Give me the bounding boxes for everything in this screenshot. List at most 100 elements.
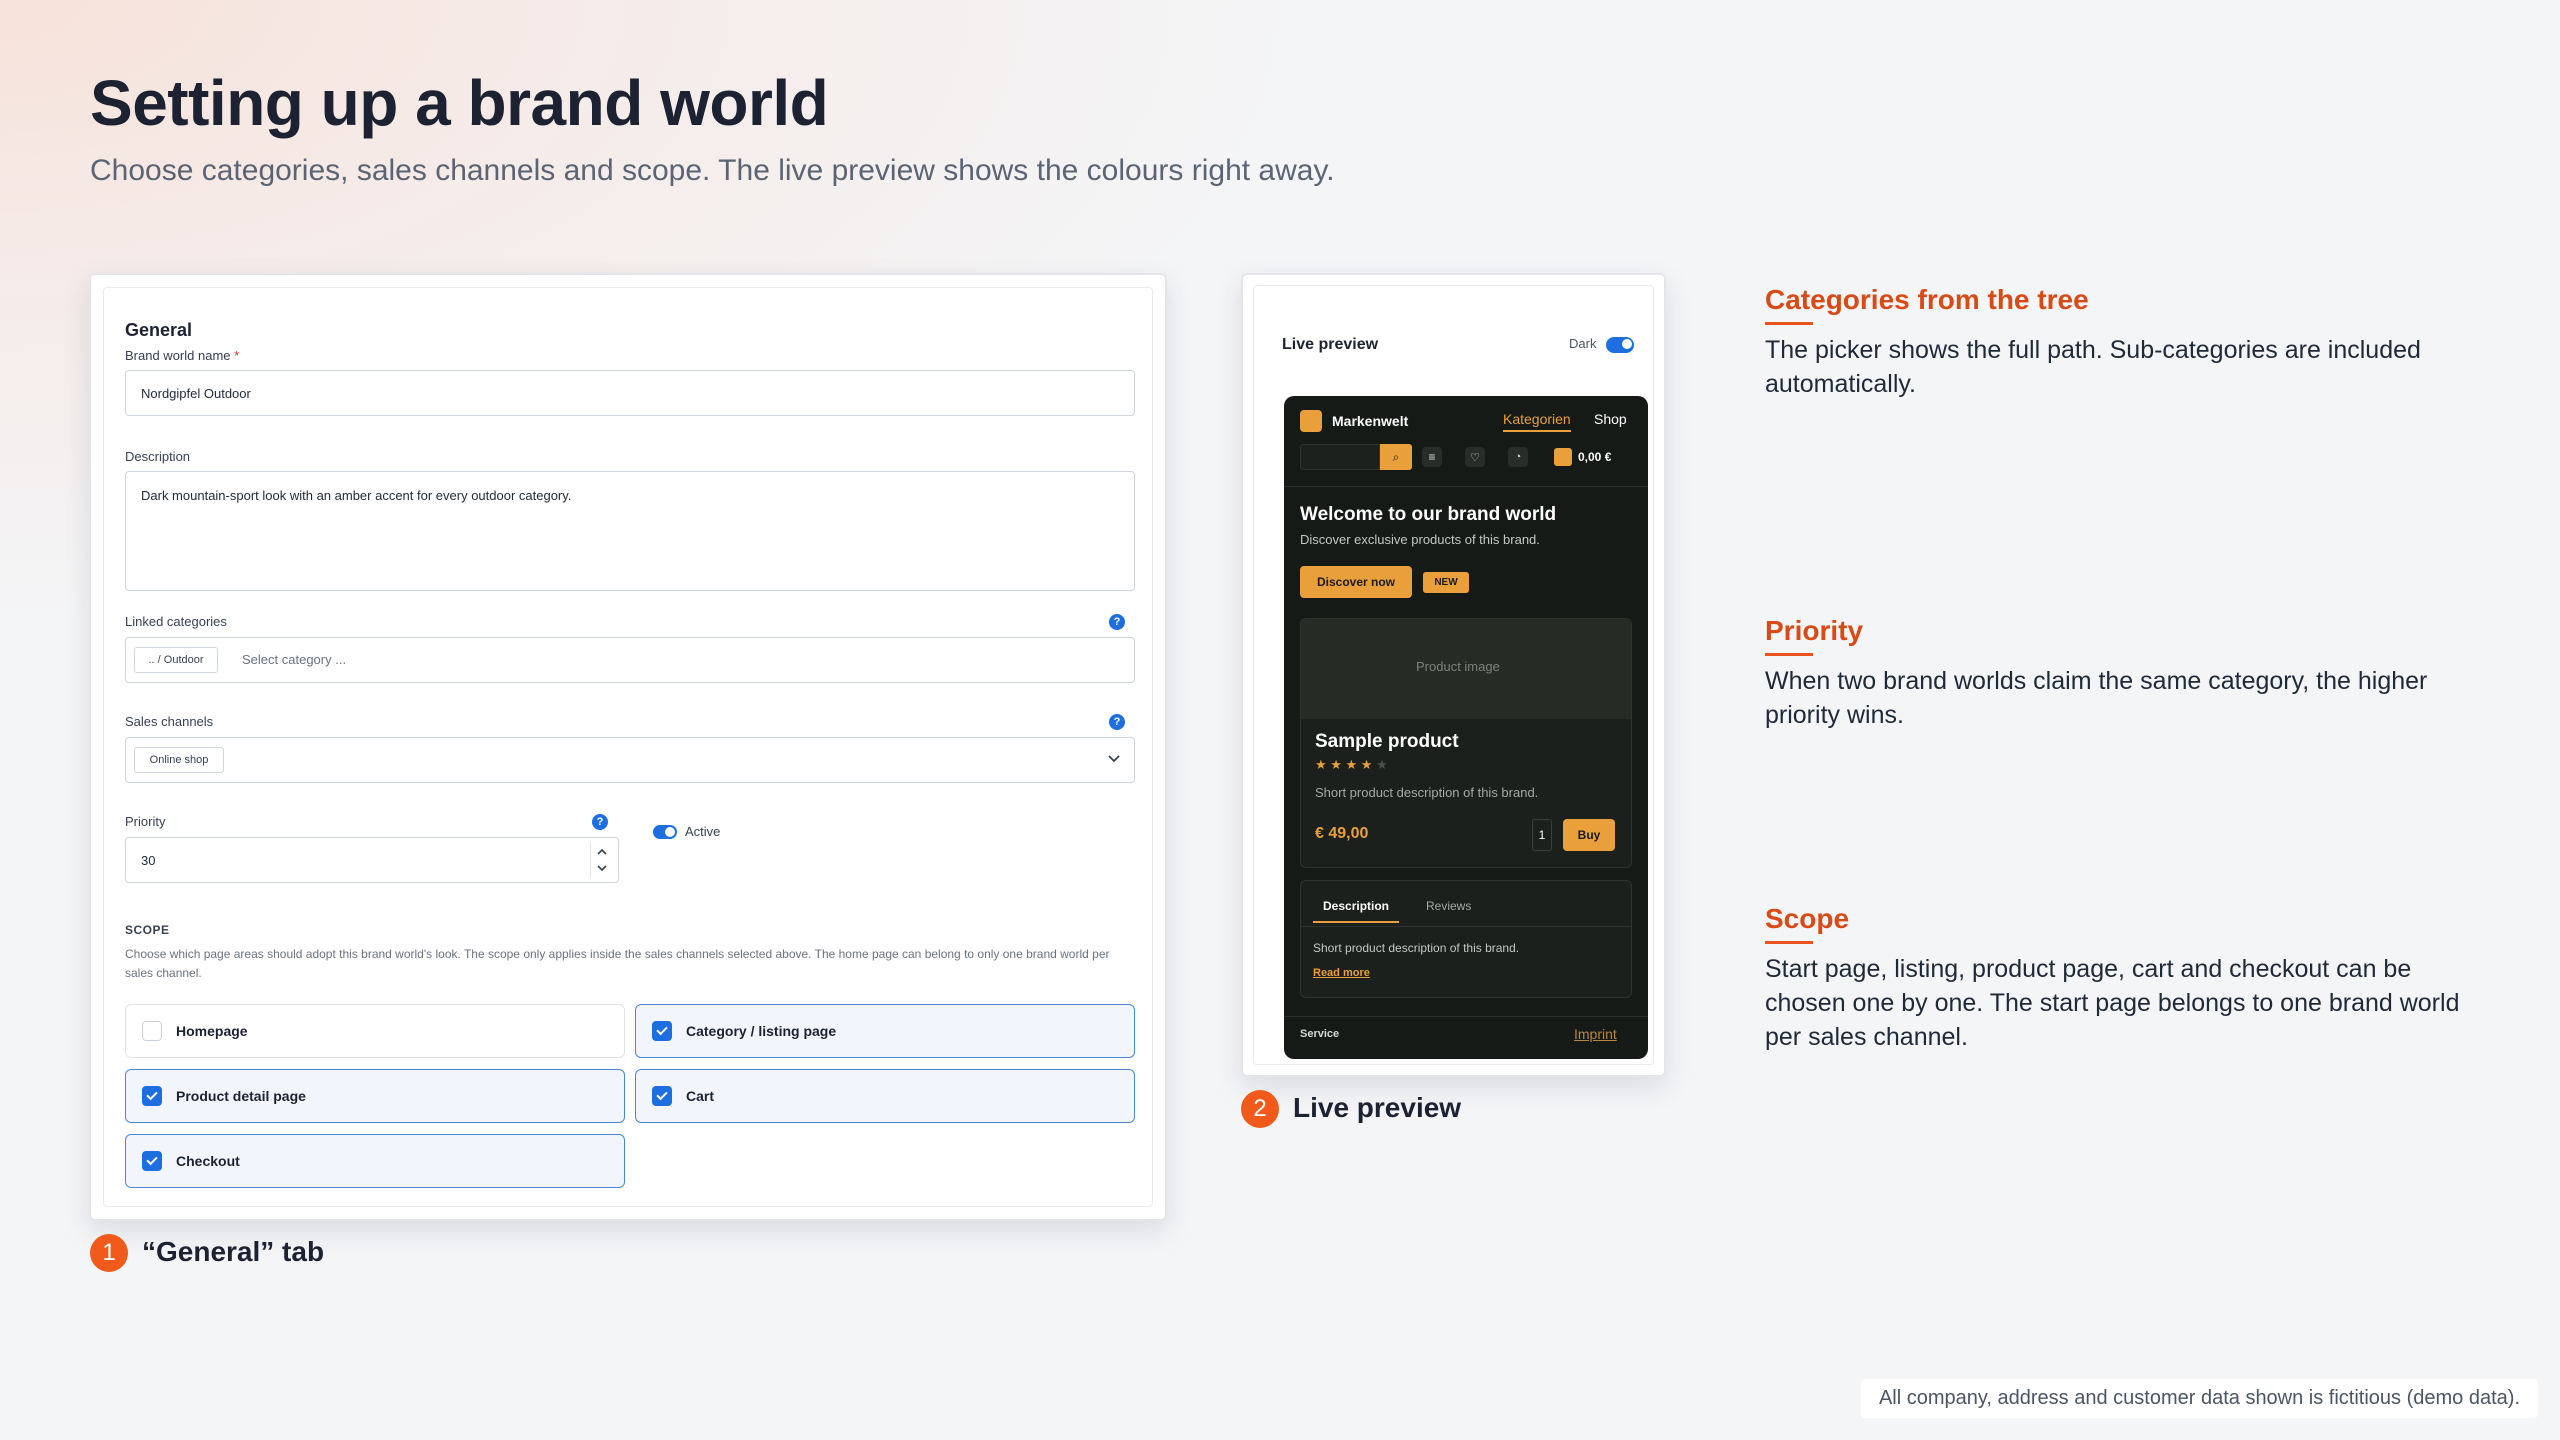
live-preview-caption: Live preview — [1293, 1092, 1462, 1123]
brand-name-input[interactable]: Nordgipfel Outdoor — [125, 370, 1135, 416]
categories-label: Linked categories — [125, 614, 227, 629]
explanation-scope: Scope Start page, listing, product page,… — [1765, 903, 2465, 1054]
scope-checkout[interactable]: Checkout — [125, 1134, 625, 1188]
filled-stars: ★ ★ ★ ★ — [1315, 757, 1373, 772]
scope-label: Checkout — [176, 1153, 240, 1169]
stepper-up-icon[interactable] — [597, 848, 607, 855]
listing-checkbox[interactable] — [652, 1021, 672, 1041]
chevron-down-icon[interactable] — [1108, 755, 1120, 763]
accent-bar — [1765, 941, 1813, 944]
footer-divider — [1284, 1016, 1648, 1017]
shop-preview: Markenwelt Kategorien Shop ⌕ ≡ ♡ ◔ 0,00 … — [1284, 396, 1648, 1059]
product-price: € 49,00 — [1315, 825, 1369, 842]
empty-star: ★ — [1376, 757, 1388, 772]
cart-checkbox[interactable] — [652, 1086, 672, 1106]
scope-label: Product detail page — [176, 1088, 306, 1104]
explanation-title: Scope — [1765, 903, 1850, 934]
new-badge: NEW — [1423, 572, 1469, 593]
header-divider — [1284, 486, 1648, 487]
general-tab-caption: “General” tab — [142, 1236, 325, 1267]
nav-categories[interactable]: Kategorien — [1503, 411, 1571, 432]
required-mark: * — [234, 348, 240, 363]
priority-help-icon[interactable]: ? — [592, 814, 608, 830]
hero-title: Welcome to our brand world — [1300, 504, 1557, 525]
page-subtitle: Choose categories, sales channels and sc… — [90, 154, 1335, 187]
live-preview-panel: Live preview Dark Markenwelt Kategorien … — [1253, 285, 1654, 1065]
category-placeholder: Select category ... — [242, 652, 347, 667]
dark-label: Dark — [1569, 336, 1597, 351]
general-tab-screenshot: General Brand world name * Nordgipfel Ou… — [89, 273, 1167, 1221]
cart-total: 0,00 € — [1578, 450, 1612, 464]
qty-input[interactable]: 1 — [1532, 819, 1552, 851]
scope-cart[interactable]: Cart — [635, 1069, 1135, 1123]
account-icon[interactable]: ◔ — [1508, 447, 1528, 467]
product-description: Short product description of this brand. — [1315, 785, 1539, 800]
section-title: General — [125, 320, 193, 340]
shop-search-input[interactable] — [1300, 444, 1380, 470]
explanation-text: The picker shows the full path. Sub-cate… — [1765, 336, 2421, 398]
live-preview-screenshot: Live preview Dark Markenwelt Kategorien … — [1241, 273, 1666, 1077]
menu-icon[interactable]: ≡ — [1422, 447, 1442, 467]
search-icon[interactable]: ⌕ — [1380, 444, 1412, 470]
tab-reviews[interactable]: Reviews — [1426, 899, 1471, 913]
product-name: Sample product — [1315, 731, 1459, 752]
active-label: Active — [685, 824, 721, 839]
read-more-link[interactable]: Read more — [1313, 967, 1370, 979]
step-2-badge: 2 — [1241, 1090, 1279, 1128]
channels-label: Sales channels — [125, 714, 214, 729]
priority-input[interactable]: 30 — [125, 837, 619, 883]
general-form: General Brand world name * Nordgipfel Ou… — [103, 287, 1153, 1207]
scope-label: Category / listing page — [686, 1023, 837, 1039]
explanation-title: Priority — [1765, 615, 1864, 646]
scope-label: Cart — [686, 1088, 715, 1104]
explanation-categories: Categories from the tree The picker show… — [1765, 284, 2465, 401]
scope-listing-page[interactable]: Category / listing page — [635, 1004, 1135, 1058]
accent-bar — [1765, 653, 1813, 656]
priority-label: Priority — [125, 814, 166, 829]
product-page-checkbox[interactable] — [142, 1086, 162, 1106]
description-value: Dark mountain-sport look with an amber a… — [141, 488, 572, 503]
description-label: Description — [125, 449, 191, 464]
explanation-text: When two brand worlds claim the same cat… — [1765, 667, 2428, 729]
cart-icon[interactable] — [1554, 448, 1572, 466]
product-tabs: Description Reviews Short product descri… — [1300, 880, 1632, 998]
accent-bar — [1765, 322, 1813, 325]
wishlist-icon[interactable]: ♡ — [1465, 447, 1485, 467]
discover-button[interactable]: Discover now — [1300, 566, 1412, 598]
dark-toggle[interactable] — [1606, 337, 1634, 353]
product-image-placeholder: Product image — [1416, 659, 1500, 674]
channel-chip[interactable]: Online shop — [134, 747, 224, 773]
shop-logo-icon — [1300, 410, 1322, 432]
nav-shop[interactable]: Shop — [1594, 411, 1627, 427]
priority-value: 30 — [141, 852, 156, 868]
homepage-checkbox[interactable] — [142, 1021, 162, 1041]
category-picker[interactable]: .. / Outdoor Select category ... — [125, 637, 1135, 683]
category-chip[interactable]: .. / Outdoor — [134, 647, 218, 673]
brand-name-value: Nordgipfel Outdoor — [141, 385, 251, 401]
page-title: Setting up a brand world — [90, 67, 829, 139]
buy-button[interactable]: Buy — [1563, 819, 1615, 851]
tab-text: Short product description of this brand. — [1313, 941, 1520, 955]
tab-description[interactable]: Description — [1313, 899, 1400, 923]
tab-divider — [1301, 926, 1631, 927]
scope-homepage[interactable]: Homepage — [125, 1004, 625, 1058]
scope-product-page[interactable]: Product detail page — [125, 1069, 625, 1123]
product-card[interactable]: Product image Sample product ★ ★ ★ ★ ★ S… — [1300, 618, 1632, 868]
preview-title: Live preview — [1282, 336, 1379, 353]
explanation-text: Start page, listing, product page, cart … — [1765, 955, 2460, 1051]
rating-stars: ★ ★ ★ ★ ★ — [1315, 757, 1388, 773]
priority-stepper[interactable] — [590, 842, 612, 878]
footer-service: Service — [1300, 1028, 1340, 1040]
sales-channel-select[interactable]: Online shop — [125, 737, 1135, 783]
description-textarea[interactable]: Dark mountain-sport look with an amber a… — [125, 471, 1135, 591]
demo-data-footnote: All company, address and customer data s… — [1860, 1379, 2538, 1418]
footer-imprint-link[interactable]: Imprint — [1574, 1026, 1617, 1042]
explanation-priority: Priority When two brand worlds claim the… — [1765, 615, 2465, 732]
step-1-badge: 1 — [90, 1234, 128, 1272]
categories-help-icon[interactable]: ? — [1109, 614, 1125, 630]
stepper-down-icon[interactable] — [597, 865, 607, 872]
active-toggle[interactable] — [653, 825, 677, 839]
scope-title: SCOPE — [125, 923, 170, 937]
checkout-checkbox[interactable] — [142, 1151, 162, 1171]
channels-help-icon[interactable]: ? — [1109, 714, 1125, 730]
